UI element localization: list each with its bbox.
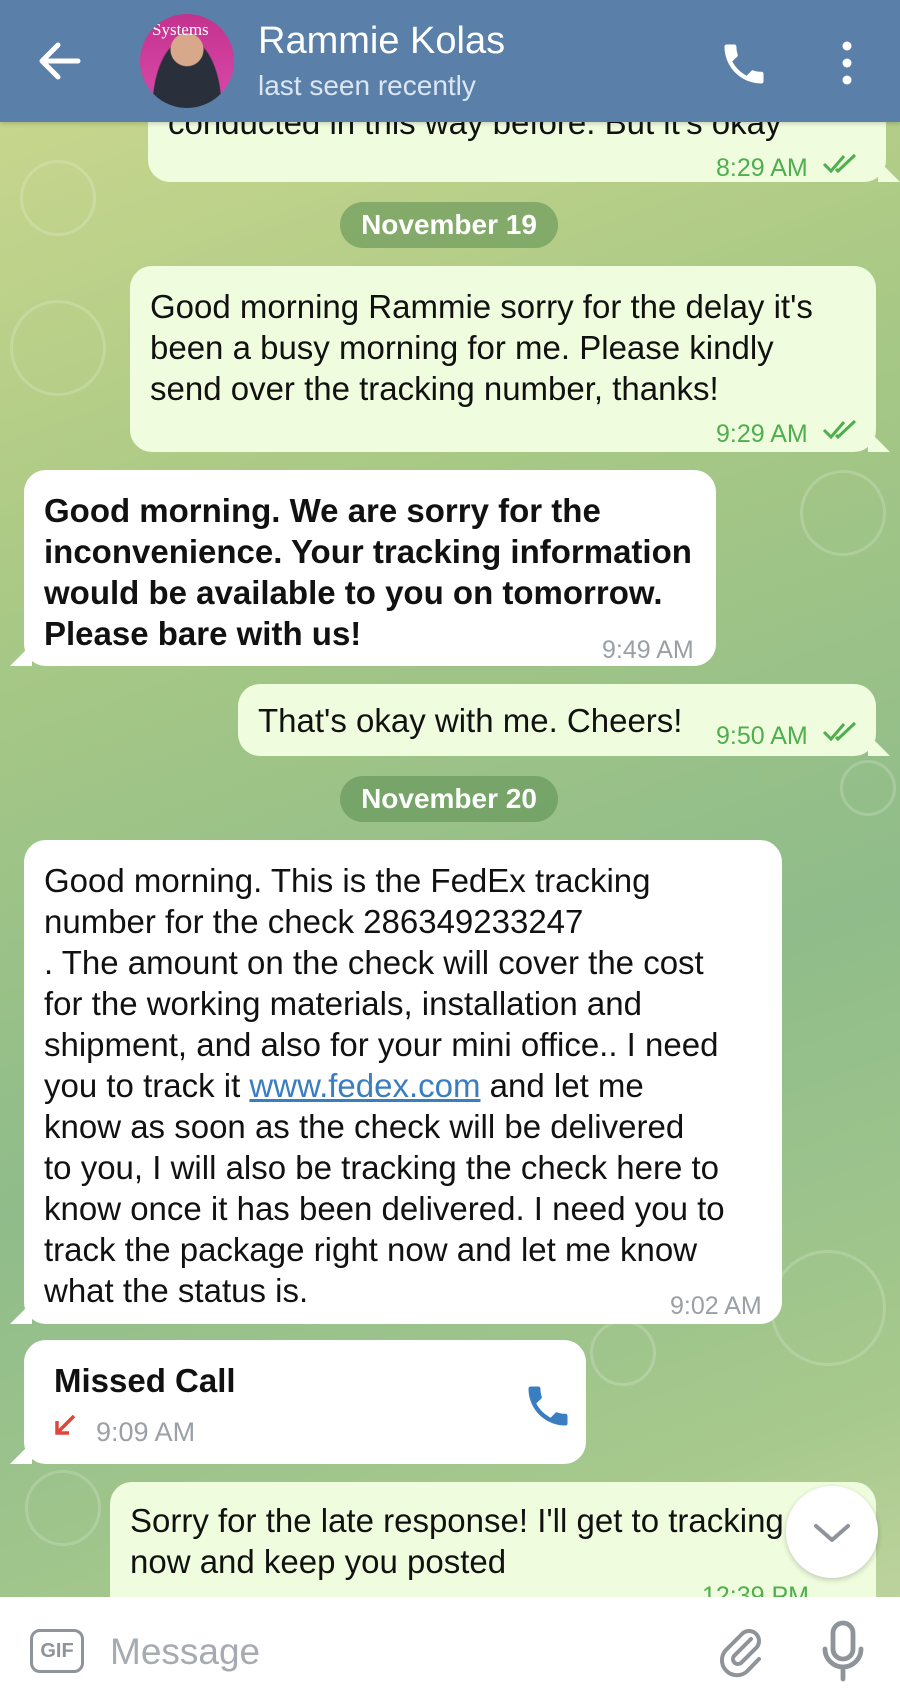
message-line: know once it has been delivered. I need …: [44, 1190, 725, 1227]
microphone-icon[interactable]: [818, 1619, 868, 1683]
call-back-button[interactable]: [522, 1380, 574, 1432]
message-line: inconvenience. Your tracking information: [44, 533, 692, 570]
message-line: now and keep you posted: [130, 1543, 507, 1580]
message-time: 9:49 AM: [602, 636, 694, 664]
message-time: 9:02 AM: [670, 1292, 762, 1320]
chat-background: conducted in this way before. But it's o…: [0, 0, 900, 1597]
message-line: track the package right now and let me k…: [44, 1231, 698, 1268]
message-line: . The amount on the check will cover the…: [44, 944, 704, 981]
message-line: to you, I will also be tracking the chec…: [44, 1149, 720, 1186]
message-time: 12:39 PM: [702, 1582, 810, 1597]
avatar[interactable]: Systems: [140, 14, 234, 108]
scroll-to-bottom-button[interactable]: [786, 1486, 878, 1578]
message-line-with-link: you to track it www.fedex.com and let me: [44, 1065, 725, 1106]
message-text: and let me: [480, 1067, 644, 1104]
back-button[interactable]: [30, 36, 90, 86]
message-outgoing[interactable]: Sorry for the late response! I'll get to…: [110, 1482, 876, 1597]
message-line: Sorry for the late response! I'll get to…: [130, 1502, 784, 1539]
message-line: Good morning. This is the FedEx tracking: [44, 862, 651, 899]
chevron-down-icon: [814, 1524, 850, 1542]
paperclip-icon[interactable]: [718, 1623, 768, 1679]
missed-call-title: Missed Call: [54, 1362, 236, 1399]
message-incoming[interactable]: Good morning. We are sorry for the incon…: [24, 470, 716, 666]
gif-button[interactable]: GIF: [30, 1629, 84, 1673]
fedex-link[interactable]: www.fedex.com: [249, 1067, 480, 1104]
message-line: know as soon as the check will be delive…: [44, 1108, 685, 1145]
message-line: Good morning. We are sorry for the: [44, 492, 601, 529]
date-separator: November 20: [340, 776, 558, 822]
message-line: would be available to you on tomorrow.: [44, 574, 663, 611]
avatar-text: Systems: [152, 20, 209, 39]
message-incoming[interactable]: Good morning. This is the FedEx tracking…: [24, 840, 782, 1324]
message-outgoing[interactable]: Good morning Rammie sorry for the delay …: [130, 266, 876, 452]
contact-status: last seen recently: [258, 70, 476, 101]
message-line: for the working materials, installation …: [44, 985, 642, 1022]
date-separator: November 19: [340, 202, 558, 248]
message-time: 9:50 AM: [716, 722, 808, 750]
message-line: number for the check 286349233247: [44, 903, 584, 940]
chat-header: Systems Rammie Kolas last seen recently: [0, 0, 900, 122]
message-line: shipment, and also for your mini office.…: [44, 1026, 719, 1063]
more-vertical-icon[interactable]: [830, 38, 864, 88]
message-line: Please bare with us!: [44, 615, 362, 652]
message-line: Good morning Rammie sorry for the delay …: [150, 288, 813, 325]
double-check-icon: [822, 153, 857, 174]
double-check-icon: [822, 419, 857, 440]
message-composer: GIF: [0, 1597, 900, 1705]
message-text: That's okay with me. Cheers!: [258, 702, 683, 739]
message-time: 8:29 AM: [716, 154, 808, 182]
message-line: send over the tracking number, thanks!: [150, 370, 719, 407]
message-outgoing[interactable]: That's okay with me. Cheers! 9:50 AM: [238, 684, 876, 756]
call-button[interactable]: [718, 38, 770, 90]
arrow-down-left-icon: [55, 1414, 76, 1435]
message-input[interactable]: [108, 1621, 712, 1683]
missed-call-message[interactable]: Missed Call 9:09 AM: [24, 1340, 586, 1464]
message-text: you to track it: [44, 1067, 250, 1104]
message-time: 9:29 AM: [716, 420, 808, 448]
contact-name[interactable]: Rammie Kolas: [258, 20, 505, 63]
double-check-icon: [822, 721, 857, 742]
message-line: been a busy morning for me. Please kindl…: [150, 329, 774, 366]
message-line: what the status is.: [44, 1272, 309, 1309]
missed-call-time: 9:09 AM: [96, 1417, 196, 1447]
